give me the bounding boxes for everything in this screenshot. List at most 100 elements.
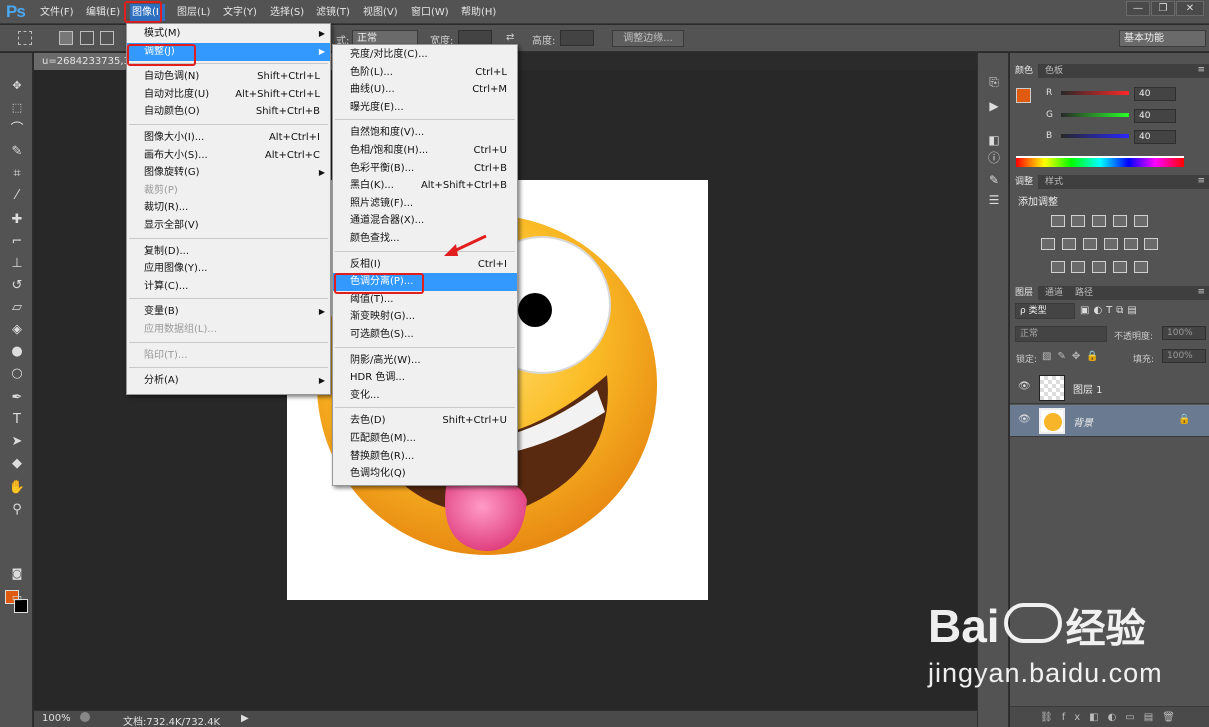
- visibility-eye-icon[interactable]: 👁: [1018, 381, 1031, 392]
- image-menu-item[interactable]: 图像大小(I)... Alt+Ctrl+I: [127, 129, 330, 147]
- exposure-adj-icon[interactable]: [1113, 215, 1127, 227]
- adjust-menu-item[interactable]: 色阶(L)... Ctrl+L: [333, 64, 517, 82]
- menu-window[interactable]: 窗口(W): [409, 4, 451, 21]
- adjust-menu-item[interactable]: 去色(D) Shift+Ctrl+U: [333, 412, 517, 430]
- threshold-adj-icon[interactable]: [1092, 261, 1106, 273]
- image-menu-item[interactable]: 显示全部(V): [127, 217, 330, 235]
- layers-footer-icons[interactable]: ⛓fx◧◐▭▤🗑: [1010, 706, 1209, 727]
- adjust-menu-item[interactable]: 照片滤镜(F)...: [333, 195, 517, 213]
- eraser-icon[interactable]: ▱: [7, 299, 27, 317]
- menu-filter[interactable]: 滤镜(T): [314, 4, 352, 21]
- clone-stamp-icon[interactable]: ⊥: [7, 255, 27, 273]
- screen-mode-icon[interactable]: ▭: [7, 589, 27, 607]
- minimize-button[interactable]: —: [1126, 1, 1150, 16]
- type-icon[interactable]: T: [7, 411, 27, 429]
- subtract-selection-icon[interactable]: [100, 31, 114, 45]
- image-menu-item[interactable]: 计算(C)...: [127, 278, 330, 296]
- layers-panel-menu-icon[interactable]: ≡: [1197, 287, 1205, 297]
- eyedropper-icon[interactable]: ⁄: [7, 187, 27, 205]
- adjust-menu-item[interactable]: 可选颜色(S)...: [333, 326, 517, 344]
- adjust-menu-item[interactable]: 色彩平衡(B)... Ctrl+B: [333, 160, 517, 178]
- tab-layers[interactable]: 图层: [1010, 286, 1039, 300]
- dodge-icon[interactable]: ○: [7, 365, 27, 383]
- adjust-menu-item[interactable]: 黑白(K)... Alt+Shift+Ctrl+B: [333, 177, 517, 195]
- channel-b-slider[interactable]: [1061, 134, 1129, 138]
- image-menu-item[interactable]: 变量(B) ▶: [127, 303, 330, 321]
- tab-paths[interactable]: 路径: [1070, 286, 1098, 300]
- zoom-icon[interactable]: ⚲: [7, 501, 27, 519]
- quick-mask-icon[interactable]: ◙: [7, 565, 27, 583]
- channel-r-slider[interactable]: [1061, 91, 1129, 95]
- image-menu-item[interactable]: 自动对比度(U) Alt+Shift+Ctrl+L: [127, 86, 330, 104]
- vibrance-adj-icon[interactable]: [1041, 238, 1055, 250]
- refine-edge-button[interactable]: 调整边缘...: [612, 30, 684, 47]
- channel-mixer-adj-icon[interactable]: [1124, 238, 1138, 250]
- adjust-menu-item[interactable]: 阴影/高光(W)...: [333, 352, 517, 370]
- adjust-menu-item[interactable]: 反相(I) Ctrl+I: [333, 256, 517, 274]
- workspace-select[interactable]: 基本功能: [1119, 30, 1206, 47]
- opacity-input[interactable]: 100%: [1162, 326, 1206, 340]
- posterize-adj-icon[interactable]: [1071, 261, 1085, 273]
- color-fg-swatch[interactable]: [1016, 88, 1031, 103]
- marquee-icon[interactable]: ⬚: [7, 99, 27, 117]
- panel-menu-icon[interactable]: ≡: [1197, 65, 1205, 75]
- clone-source-icon[interactable]: ☰: [986, 193, 1002, 207]
- blur-icon[interactable]: ●: [7, 343, 27, 361]
- adjust-menu-item[interactable]: 色相/饱和度(H)... Ctrl+U: [333, 142, 517, 160]
- adjust-menu-item[interactable]: 自然饱和度(V)...: [333, 124, 517, 142]
- tab-styles[interactable]: 样式: [1040, 175, 1068, 189]
- marquee-tool-icon[interactable]: [18, 31, 32, 45]
- image-menu-item[interactable]: 自动颜色(O) Shift+Ctrl+B: [127, 103, 330, 121]
- crop-icon[interactable]: ⌗: [7, 165, 27, 183]
- adjust-menu-item[interactable]: 亮度/对比度(C)...: [333, 46, 517, 64]
- menu-type[interactable]: 文字(Y): [221, 4, 259, 21]
- channel-b-input[interactable]: 40: [1134, 130, 1176, 144]
- bw-adj-icon[interactable]: [1083, 238, 1097, 250]
- healing-brush-icon[interactable]: ✚: [7, 211, 27, 229]
- channel-r-input[interactable]: 40: [1134, 87, 1176, 101]
- swap-icon[interactable]: ⇄: [506, 32, 514, 43]
- image-menu-item[interactable]: 模式(M) ▶: [127, 25, 330, 43]
- quick-select-icon[interactable]: ✎: [7, 143, 27, 161]
- selective-color-adj-icon[interactable]: [1113, 261, 1127, 273]
- paint-bucket-icon[interactable]: ◈: [7, 321, 27, 339]
- history-brush-icon[interactable]: ↺: [7, 277, 27, 295]
- tab-color[interactable]: 颜色: [1010, 64, 1039, 78]
- fill-input[interactable]: 100%: [1162, 349, 1206, 363]
- gradient-map-adj-icon[interactable]: [1134, 261, 1148, 273]
- lasso-icon[interactable]: ⌒: [7, 121, 27, 139]
- image-menu-item[interactable]: 裁切(R)...: [127, 199, 330, 217]
- image-menu-item[interactable]: 图像旋转(G) ▶: [127, 164, 330, 182]
- menu-edit[interactable]: 编辑(E): [84, 4, 122, 21]
- image-menu-item[interactable]: 画布大小(S)... Alt+Ctrl+C: [127, 147, 330, 165]
- layer-filter-select[interactable]: ρ 类型: [1015, 303, 1075, 319]
- move-tool-icon[interactable]: ✥: [7, 77, 27, 95]
- shape-icon[interactable]: ◆: [7, 455, 27, 473]
- history-icon[interactable]: ⎘: [986, 75, 1002, 89]
- adjust-menu-item[interactable]: 曝光度(E)...: [333, 99, 517, 117]
- layer-filter-icons[interactable]: ▣◐T⧉▤: [1080, 305, 1141, 316]
- levels-adj-icon[interactable]: [1071, 215, 1085, 227]
- height-input[interactable]: [560, 30, 594, 46]
- menu-file[interactable]: 文件(F): [38, 4, 76, 21]
- tab-channels[interactable]: 通道: [1040, 286, 1068, 300]
- adjust-menu-item[interactable]: 颜色查找...: [333, 230, 517, 248]
- blend-mode-select[interactable]: 正常: [1015, 326, 1107, 342]
- adjust-menu-item[interactable]: 渐变映射(G)...: [333, 308, 517, 326]
- adjust-menu-item[interactable]: HDR 色调...: [333, 369, 517, 387]
- adjust-menu-item[interactable]: 匹配颜色(M)...: [333, 430, 517, 448]
- visibility-eye-icon[interactable]: 👁: [1018, 414, 1031, 425]
- status-arrow-icon[interactable]: ▶: [241, 713, 249, 724]
- actions-play-icon[interactable]: ▶: [986, 99, 1002, 113]
- menu-help[interactable]: 帮助(H): [459, 4, 498, 21]
- balance-adj-icon[interactable]: [1062, 238, 1076, 250]
- channel-g-slider[interactable]: [1061, 113, 1129, 117]
- brush-preset-icon[interactable]: ✎: [986, 173, 1002, 187]
- status-menu-icon[interactable]: [80, 712, 90, 722]
- menu-select[interactable]: 选择(S): [268, 4, 306, 21]
- adjust-menu-item[interactable]: 曲线(U)... Ctrl+M: [333, 81, 517, 99]
- image-menu-item[interactable]: 应用图像(Y)...: [127, 260, 330, 278]
- layer-row-layer1[interactable]: 👁 图层 1: [1010, 372, 1209, 404]
- info-icon[interactable]: ⓘ: [986, 151, 1002, 165]
- properties-icon[interactable]: ◧: [986, 133, 1002, 147]
